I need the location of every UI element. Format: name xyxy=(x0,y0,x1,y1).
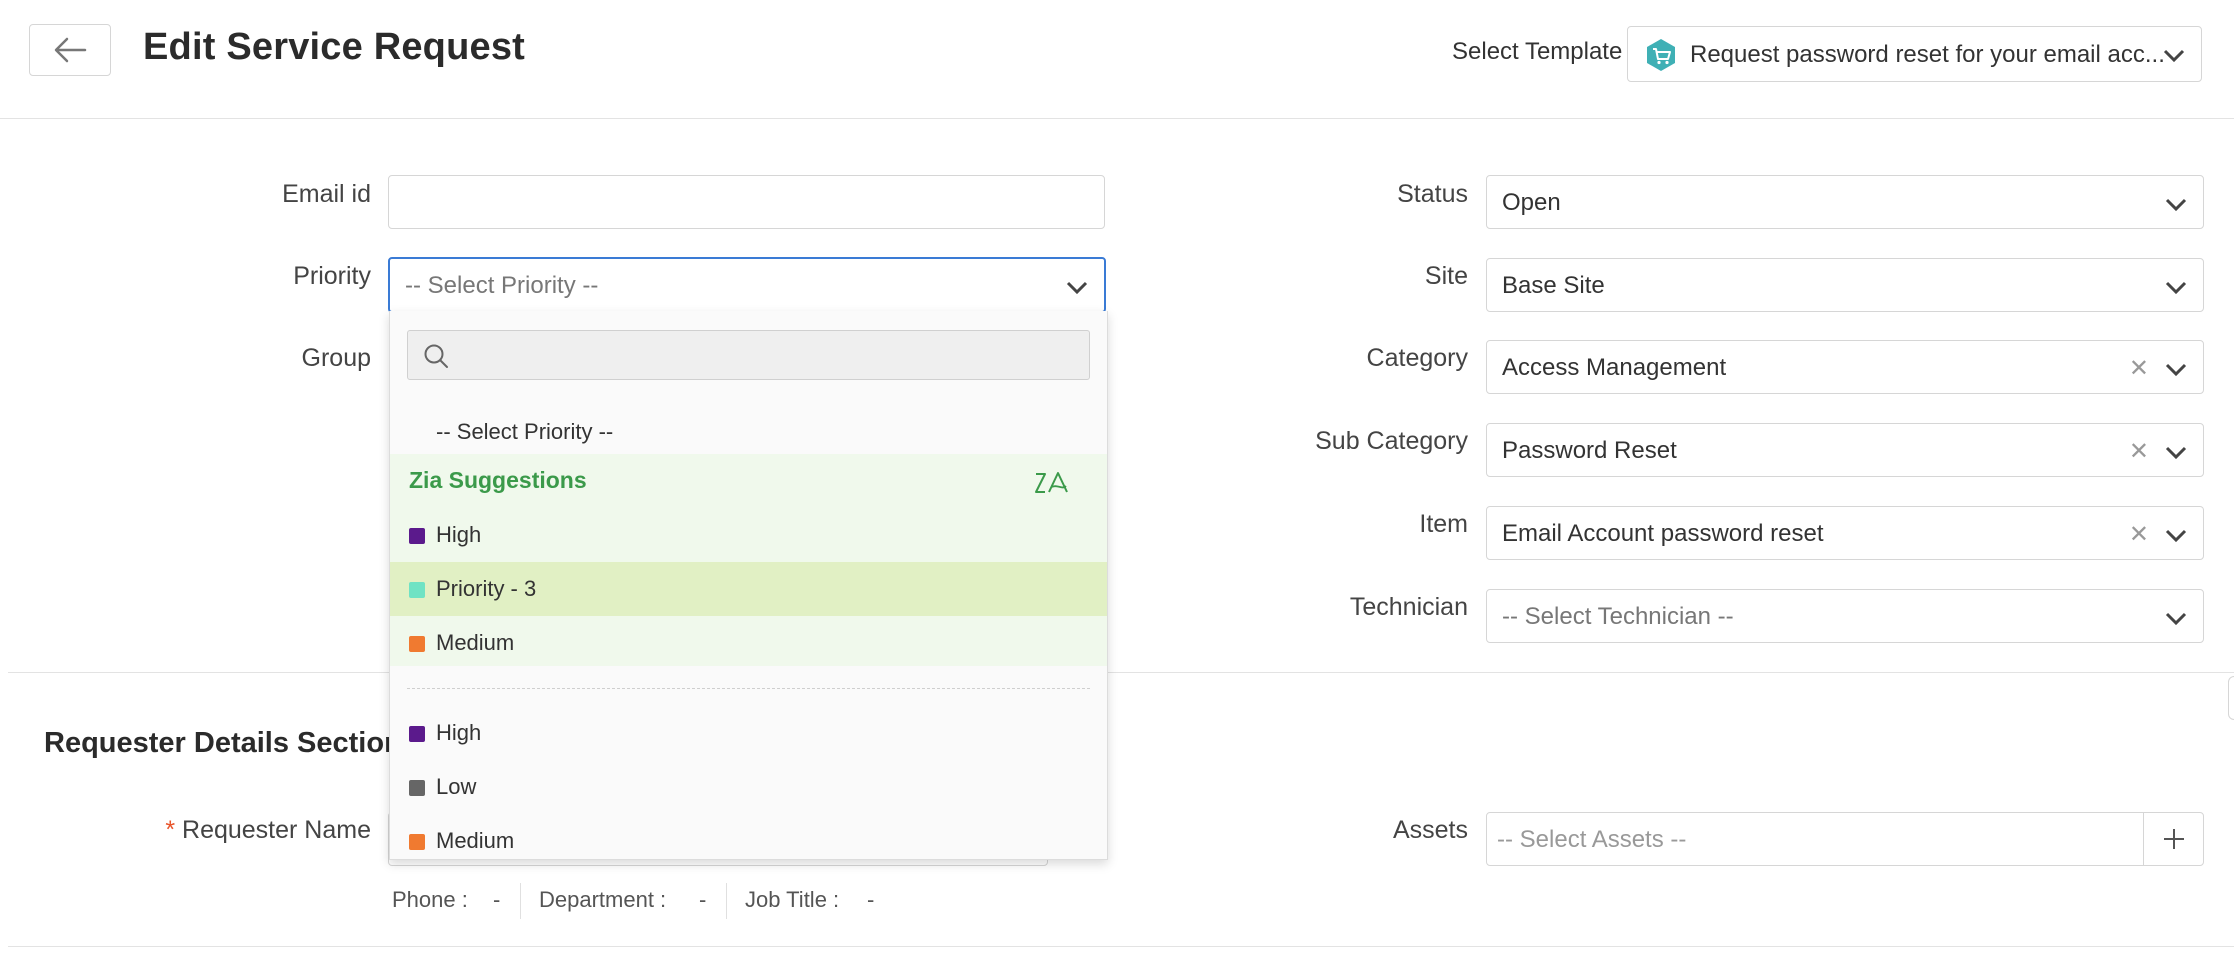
dropdown-option[interactable]: High xyxy=(390,706,1107,760)
dropdown-option-suggested[interactable]: Medium xyxy=(390,616,1107,670)
technician-placeholder: -- Select Technician -- xyxy=(1502,603,1734,630)
option-label: High xyxy=(436,522,482,547)
assets-label: Assets xyxy=(1392,816,1468,844)
side-panel-handle[interactable] xyxy=(2228,676,2234,720)
dropdown-option-placeholder[interactable]: -- Select Priority -- xyxy=(390,405,1107,459)
subcategory-label: Sub Category xyxy=(1315,427,1468,455)
zia-icon xyxy=(1035,472,1068,493)
priority-color-swatch xyxy=(409,636,425,652)
requester-section-title: Requester Details Section xyxy=(44,727,402,759)
jobtitle-label: Job Title : xyxy=(745,887,840,912)
requester-name-label: * Requester Name xyxy=(100,816,371,845)
priority-color-swatch xyxy=(409,726,425,742)
template-select-value: Request password reset for your email ac… xyxy=(1690,41,2165,68)
priority-select[interactable]: -- Select Priority -- xyxy=(388,257,1106,313)
clear-icon[interactable]: ✕ xyxy=(2129,357,2149,381)
dropdown-search-input[interactable] xyxy=(407,330,1090,380)
zia-suggestions-title: Zia Suggestions xyxy=(409,467,587,493)
item-value: Email Account password reset xyxy=(1502,520,1824,547)
priority-color-swatch xyxy=(409,582,425,598)
chevron-down-icon xyxy=(2165,446,2187,460)
cart-icon xyxy=(1647,39,1675,71)
option-label: Low xyxy=(436,774,477,799)
option-label: Medium xyxy=(436,630,515,655)
option-label: High xyxy=(436,720,482,745)
chevron-down-icon xyxy=(2165,363,2187,377)
category-label: Category xyxy=(1366,344,1468,372)
subcategory-value: Password Reset xyxy=(1502,437,1677,464)
department-label: Department : xyxy=(539,887,667,912)
assets-select[interactable]: -- Select Assets -- xyxy=(1486,812,2204,866)
priority-dropdown-menu: -- Select Priority -- Zia Suggestions Hi… xyxy=(389,311,1108,860)
meta-separator xyxy=(726,883,727,919)
back-arrow-icon xyxy=(54,37,87,63)
dropdown-option[interactable]: Low xyxy=(390,760,1107,814)
status-value: Open xyxy=(1502,189,1561,216)
plus-icon xyxy=(2163,829,2184,849)
dropdown-option-suggested[interactable]: High xyxy=(390,508,1107,562)
select-template-label: Select Template xyxy=(1452,38,1623,65)
clear-icon[interactable]: ✕ xyxy=(2129,523,2149,547)
category-value: Access Management xyxy=(1502,354,1727,381)
technician-select[interactable]: -- Select Technician -- xyxy=(1486,589,2204,643)
priority-label: Priority xyxy=(293,262,371,290)
jobtitle-value: - xyxy=(867,887,875,912)
add-asset-button[interactable] xyxy=(2143,813,2203,865)
item-select[interactable]: Email Account password reset ✕ xyxy=(1486,506,2204,560)
subcategory-select[interactable]: Password Reset ✕ xyxy=(1486,423,2204,477)
chevron-down-icon xyxy=(2165,529,2187,543)
chevron-down-icon xyxy=(2165,281,2187,295)
category-select[interactable]: Access Management ✕ xyxy=(1486,340,2204,394)
group-label: Group xyxy=(301,344,371,372)
priority-select-placeholder: -- Select Priority -- xyxy=(405,272,599,299)
site-value: Base Site xyxy=(1502,272,1605,299)
item-label: Item xyxy=(1419,510,1468,538)
search-icon xyxy=(424,344,448,368)
dropdown-option[interactable]: Medium xyxy=(390,814,1107,859)
option-label: -- Select Priority -- xyxy=(436,419,614,444)
phone-label: Phone : xyxy=(392,887,468,912)
chevron-down-icon xyxy=(2165,198,2187,212)
site-label: Site xyxy=(1424,262,1468,290)
chevron-down-icon xyxy=(2165,612,2187,626)
status-label: Status xyxy=(1397,180,1468,208)
clear-icon[interactable]: ✕ xyxy=(2129,440,2149,464)
priority-color-swatch xyxy=(409,834,425,850)
chevron-down-icon xyxy=(2163,49,2185,63)
template-select[interactable]: Request password reset for your email ac… xyxy=(1627,26,2202,82)
assets-placeholder: -- Select Assets -- xyxy=(1497,826,1687,853)
requester-name-label-text: Requester Name xyxy=(182,816,371,844)
page-title: Edit Service Request xyxy=(143,26,526,68)
section-divider xyxy=(8,672,2234,673)
required-mark: * xyxy=(165,816,176,844)
site-select[interactable]: Base Site xyxy=(1486,258,2204,312)
meta-separator xyxy=(520,883,521,919)
status-select[interactable]: Open xyxy=(1486,175,2204,229)
department-value: - xyxy=(699,887,707,912)
dropdown-separator xyxy=(407,688,1090,689)
technician-label: Technician xyxy=(1349,593,1468,621)
option-label: Priority - 3 xyxy=(436,576,537,601)
priority-color-swatch xyxy=(409,780,425,796)
priority-color-swatch xyxy=(409,528,425,544)
section-divider xyxy=(8,946,2234,947)
chevron-down-icon xyxy=(1066,281,1088,295)
email-field[interactable] xyxy=(388,175,1105,229)
dropdown-option-suggested[interactable]: Priority - 3 xyxy=(390,562,1107,616)
back-button[interactable] xyxy=(29,24,111,76)
email-label: Email id xyxy=(282,180,371,208)
phone-value: - xyxy=(493,887,501,912)
option-label: Medium xyxy=(436,828,515,853)
